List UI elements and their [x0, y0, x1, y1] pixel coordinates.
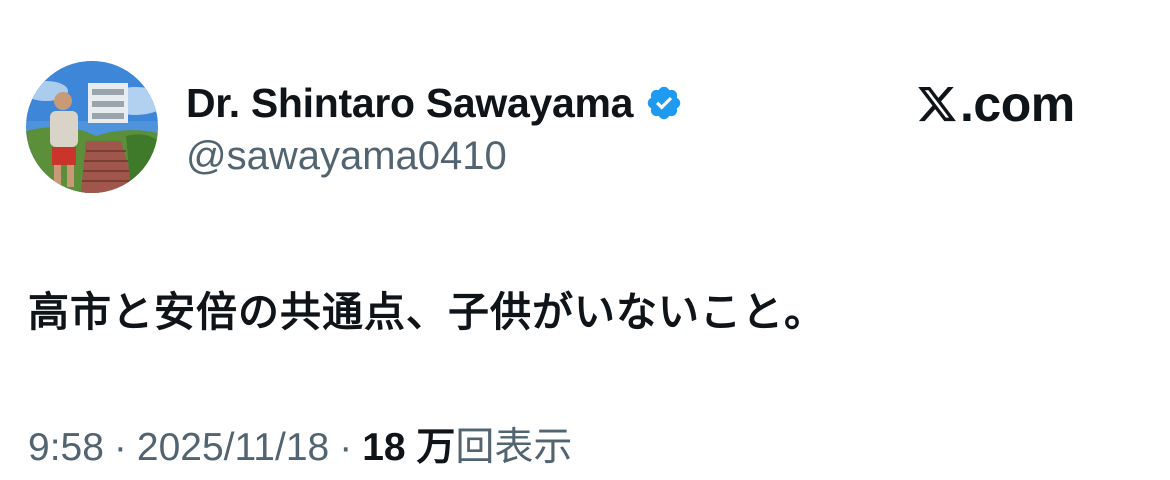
- tweet-meta: 9:58 · 2025/11/18 · 18 万 回表示: [28, 416, 572, 472]
- brand-domain: .com: [960, 76, 1075, 132]
- avatar[interactable]: [26, 61, 158, 193]
- tweet-card: Dr. Shintaro Sawayama @sawayama0410 .com…: [0, 0, 1170, 480]
- author-name-row: Dr. Shintaro Sawayama: [186, 78, 683, 128]
- tweet-text: 高市と安倍の共通点、子供がいないこと。: [28, 288, 826, 336]
- views-count: 18 万: [362, 426, 456, 469]
- brand-watermark: .com: [916, 74, 1075, 134]
- tweet-time[interactable]: 9:58: [28, 426, 104, 470]
- meta-separator: ·: [113, 426, 127, 469]
- x-logo-icon: [916, 82, 958, 126]
- verified-badge-icon: [645, 84, 683, 122]
- views-label: 回表示: [455, 426, 573, 469]
- author-handle[interactable]: @sawayama0410: [186, 134, 507, 179]
- author-display-name[interactable]: Dr. Shintaro Sawayama: [186, 80, 633, 127]
- tweet-date[interactable]: 2025/11/18: [137, 426, 329, 470]
- meta-separator: ·: [339, 426, 353, 469]
